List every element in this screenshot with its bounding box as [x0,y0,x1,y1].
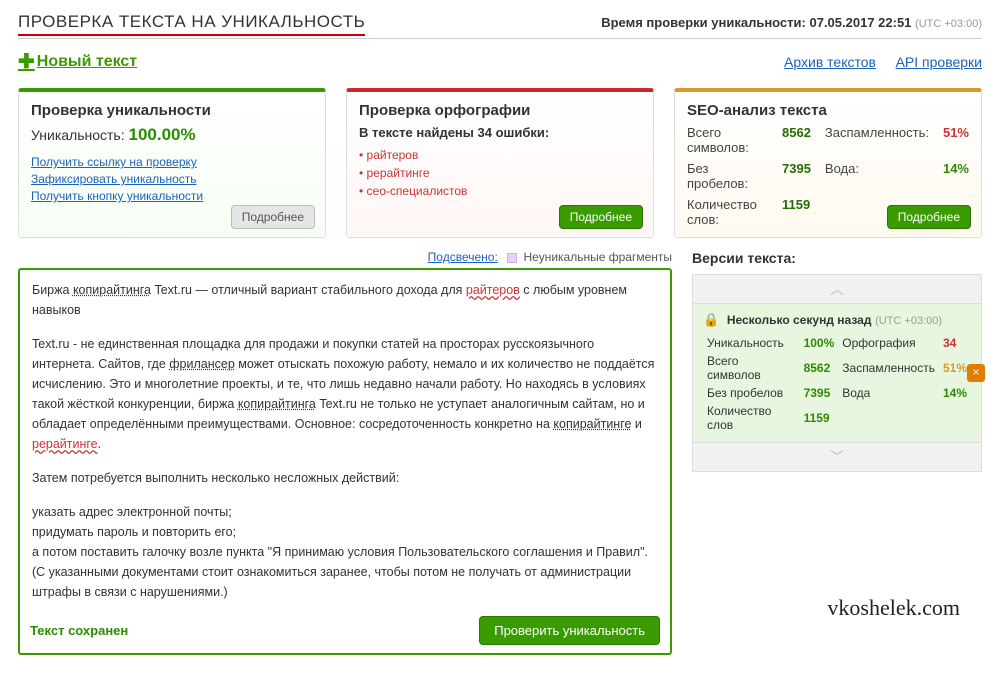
v-words-value: 1159 [800,402,839,434]
seo-words-label: Количество слов: [687,197,768,227]
watermark: vkoshelek.com [827,595,960,621]
text-editor[interactable]: Биржа копирайтинга Text.ru — отличный ва… [20,270,670,608]
seo-chars-value: 8562 [782,125,811,140]
get-button-link[interactable]: Получить кнопку уникальности [31,189,313,203]
v-nospace-value: 7395 [800,384,839,402]
get-link-link[interactable]: Получить ссылку на проверку [31,155,313,169]
new-text-label: Новый текст [37,53,137,71]
uniqueness-value: 100.00% [129,125,196,144]
uniqueness-card: Проверка уникальности Уникальность: 100.… [18,88,326,238]
chevron-up-icon: ︿ [830,281,844,297]
check-time-label: Время проверки уникальности: [601,15,806,30]
check-time: Время проверки уникальности: 07.05.2017 … [601,15,982,30]
versions-next-button[interactable]: ﹀ [693,442,981,471]
v-nospace-label: Без пробелов [703,384,800,402]
check-time-value: 07.05.2017 22:51 [809,15,911,30]
api-link[interactable]: API проверки [896,54,982,70]
uniqueness-title: Проверка уникальности [31,102,313,119]
seo-title: SEO-анализ текста [687,102,969,119]
chevron-down-icon: ﹀ [830,449,844,465]
v-chars-value: 8562 [800,352,839,384]
version-time: Несколько секунд назад [727,313,872,327]
uniqueness-more-button[interactable]: Подробнее [231,205,315,229]
archive-link[interactable]: Архив текстов [784,54,876,70]
v-orf-value: 34 [939,334,971,352]
seo-chars-label: Всего символов: [687,125,768,155]
v-uniq-value: 100% [800,334,839,352]
spelling-more-button[interactable]: Подробнее [559,205,643,229]
spelling-card: Проверка орфографии В тексте найдены 34 … [346,88,654,238]
page-title: ПРОВЕРКА ТЕКСТА НА УНИКАЛЬНОСТЬ [18,12,365,36]
versions-box: ︿ 🔒 Несколько секунд назад (UTC +03:00) … [692,274,982,472]
seo-water-label: Вода: [825,161,929,176]
spelling-error-item: райтеров [359,148,641,162]
seo-spam-value: 51% [943,125,969,140]
versions-title: Версии текста: [692,250,982,266]
spelling-error-item: рерайтинге [359,166,641,180]
v-words-label: Количество слов [703,402,800,434]
lock-icon: 🔒 [703,312,719,327]
v-water-value: 14% [939,384,971,402]
seo-water-value: 14% [943,161,969,176]
saved-status: Текст сохранен [30,623,128,638]
seo-nospace-label: Без пробелов: [687,161,768,191]
seo-spam-label: Заспамленность: [825,125,929,140]
legend-swatch [507,253,517,263]
v-water-label: Вода [838,384,939,402]
spelling-subtitle: В тексте найдены 34 ошибки: [359,125,641,140]
timezone: (UTC +03:00) [915,18,982,30]
v-spam-label: Заспамленность [838,352,939,384]
legend-label: Неуникальные фрагменты [523,250,672,264]
versions-prev-button[interactable]: ︿ [693,275,981,304]
seo-words-value: 1159 [782,197,811,212]
seo-more-button[interactable]: Подробнее [887,205,971,229]
fix-uniqueness-link[interactable]: Зафиксировать уникальность [31,172,313,186]
close-icon: × [972,365,979,379]
v-orf-label: Орфография [838,334,939,352]
delete-version-button[interactable]: × [967,364,985,382]
check-uniqueness-button[interactable]: Проверить уникальность [479,616,660,645]
plus-icon: ✚ [18,49,35,74]
v-uniq-label: Уникальность [703,334,800,352]
version-tz: (UTC +03:00) [875,315,942,327]
new-text-button[interactable]: ✚ Новый текст [18,49,137,74]
spelling-error-item: сео-специалистов [359,184,641,198]
version-item[interactable]: 🔒 Несколько секунд назад (UTC +03:00) × … [693,304,981,442]
legend-link[interactable]: Подсвечено: [428,250,498,264]
seo-nospace-value: 7395 [782,161,811,176]
v-chars-label: Всего символов [703,352,800,384]
seo-card: SEO-анализ текста Всего символов: 8562 З… [674,88,982,238]
spelling-title: Проверка орфографии [359,102,641,119]
uniqueness-label: Уникальность: [31,127,125,143]
legend: Подсвечено: Неуникальные фрагменты [18,250,672,264]
